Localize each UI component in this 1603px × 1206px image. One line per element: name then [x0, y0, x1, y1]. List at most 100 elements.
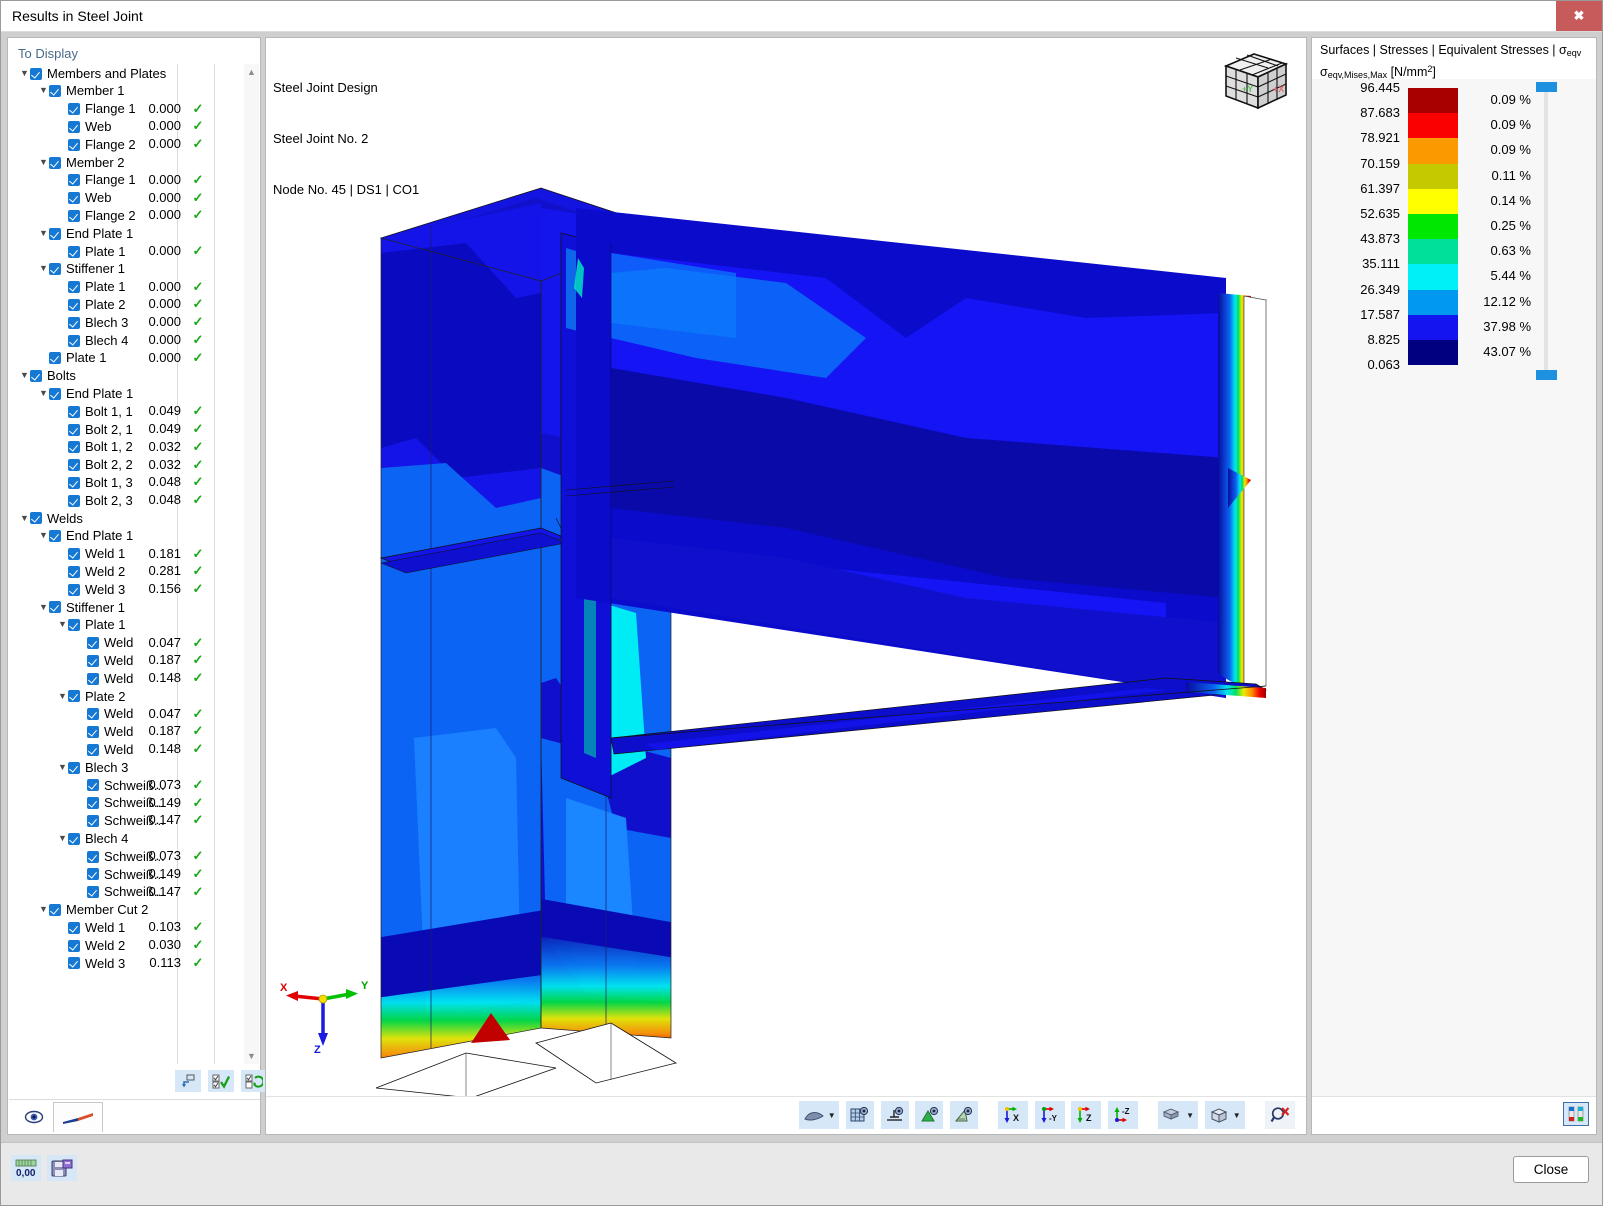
chevron-down-icon[interactable]: ▼: [38, 225, 49, 243]
chevron-down-icon[interactable]: ▼: [38, 260, 49, 278]
tree-item[interactable]: Bolt 1, 1 0.049 ✓: [9, 402, 245, 420]
tree-item[interactable]: ▼ Stiffener 1: [9, 598, 245, 616]
tree-item-checkbox[interactable]: [87, 637, 99, 650]
tree-item[interactable]: ▼ End Plate 1: [9, 527, 245, 545]
legend-color-swatch[interactable]: [1408, 113, 1458, 139]
tree-item[interactable]: ▼ Plate 2: [9, 687, 245, 705]
tree-item-checkbox[interactable]: [68, 192, 80, 205]
tree-item-checkbox[interactable]: [68, 316, 80, 329]
tree-item[interactable]: Flange 1 0.000 ✓: [9, 100, 245, 118]
tree-item-checkbox[interactable]: [49, 530, 61, 543]
grid-button[interactable]: [845, 1101, 874, 1129]
tree-item-checkbox[interactable]: [49, 227, 61, 240]
tree-item[interactable]: ▼ Members and Plates: [9, 64, 245, 82]
tree-item-checkbox[interactable]: [49, 263, 61, 276]
chevron-down-icon[interactable]: ▼: [38, 154, 49, 172]
tree-item[interactable]: ▼ Stiffener 1: [9, 260, 245, 278]
tree-item-checkbox[interactable]: [87, 743, 99, 756]
chevron-down-icon[interactable]: ▼: [19, 367, 30, 385]
chevron-down-icon[interactable]: ▼: [57, 688, 68, 706]
tree-scrollbar[interactable]: ▲ ▼: [244, 64, 259, 1064]
chevron-down-icon[interactable]: ▼: [57, 759, 68, 777]
tree-item[interactable]: ▼ Member 2: [9, 153, 245, 171]
chevron-down-icon[interactable]: ▼: [38, 385, 49, 403]
tree-item-checkbox[interactable]: [49, 904, 61, 917]
3d-model-canvas[interactable]: Steel Joint Design Steel Joint No. 2 Nod…: [266, 38, 1306, 1096]
tree-item[interactable]: Blech 3 0.000 ✓: [9, 313, 245, 331]
tree-item-checkbox[interactable]: [68, 138, 80, 151]
tree-item-checkbox[interactable]: [68, 174, 80, 187]
legend-color-swatch[interactable]: [1408, 214, 1458, 240]
tree-item-checkbox[interactable]: [49, 387, 61, 400]
tree-item[interactable]: Plate 1 0.000 ✓: [9, 349, 245, 367]
tree-item[interactable]: Bolt 2, 1 0.049 ✓: [9, 420, 245, 438]
legend-color-swatch[interactable]: [1408, 264, 1458, 290]
tree-item-checkbox[interactable]: [49, 85, 61, 98]
chevron-down-icon[interactable]: ▼: [57, 830, 68, 848]
visibility-eye-icon[interactable]: [23, 1107, 45, 1127]
tree-item[interactable]: Schweiß... 0.149 ✓: [9, 865, 245, 883]
view-x-button[interactable]: X: [998, 1101, 1028, 1129]
tree-item-checkbox[interactable]: [68, 583, 80, 596]
tree-item-checkbox[interactable]: [68, 476, 80, 489]
tree-item[interactable]: Weld 0.187 ✓: [9, 651, 245, 669]
tree-item-checkbox[interactable]: [30, 512, 42, 525]
zoom-reset-button[interactable]: [1265, 1101, 1295, 1129]
tree-item-checkbox[interactable]: [68, 957, 80, 970]
tree-item[interactable]: ▼ Member 1: [9, 82, 245, 100]
tree-item-checkbox[interactable]: [68, 423, 80, 436]
tree-item[interactable]: Web 0.000 ✓: [9, 189, 245, 207]
decimals-button[interactable]: 0,00: [11, 1155, 41, 1181]
tree-item[interactable]: ▼ Blech 4: [9, 829, 245, 847]
tree-scroll-area[interactable]: ▼ Members and Plates ▼ Member 1 Flange 1 0.00…: [9, 64, 245, 1064]
legend-slider-handle-top[interactable]: [1536, 82, 1557, 92]
tree-item[interactable]: ▼ Blech 3: [9, 758, 245, 776]
render-mode-button[interactable]: ▼: [799, 1101, 840, 1129]
tree-item[interactable]: Weld 0.148 ✓: [9, 740, 245, 758]
tree-item[interactable]: Bolt 1, 3 0.048 ✓: [9, 473, 245, 491]
legend-color-swatch[interactable]: [1408, 239, 1458, 265]
tree-item-checkbox[interactable]: [87, 850, 99, 863]
tree-item[interactable]: Weld 1 0.181 ✓: [9, 545, 245, 563]
tree-item[interactable]: Flange 1 0.000 ✓: [9, 171, 245, 189]
tree-item[interactable]: Schweiß... 0.147 ✓: [9, 883, 245, 901]
tree-item[interactable]: Flange 2 0.000 ✓: [9, 135, 245, 153]
tree-item-checkbox[interactable]: [68, 690, 80, 703]
tree-item[interactable]: ▼ Member Cut 2: [9, 900, 245, 918]
tree-item[interactable]: Weld 0.148 ✓: [9, 669, 245, 687]
tree-item-checkbox[interactable]: [87, 726, 99, 739]
legend-slider-track[interactable]: [1544, 88, 1548, 371]
tree-item-checkbox[interactable]: [68, 334, 80, 347]
legend-settings-button[interactable]: [1563, 1102, 1589, 1126]
select-all-button[interactable]: [208, 1070, 234, 1092]
tree-item[interactable]: Bolt 1, 2 0.032 ✓: [9, 438, 245, 456]
tree-item-checkbox[interactable]: [87, 815, 99, 828]
scroll-up-icon[interactable]: ▲: [244, 64, 259, 80]
tree-item[interactable]: Schweiß... 0.073 ✓: [9, 847, 245, 865]
legend-color-swatch[interactable]: [1408, 289, 1458, 315]
tree-item[interactable]: Weld 0.187 ✓: [9, 722, 245, 740]
layers-button[interactable]: ▼: [1158, 1101, 1199, 1129]
view-z-button[interactable]: Z: [1071, 1101, 1102, 1129]
tree-item[interactable]: Bolt 2, 2 0.032 ✓: [9, 456, 245, 474]
chevron-down-icon[interactable]: ▼: [19, 65, 30, 83]
tree-item-checkbox[interactable]: [87, 654, 99, 667]
tree-item[interactable]: ▼ Plate 1: [9, 616, 245, 634]
tree-item-checkbox[interactable]: [68, 548, 80, 561]
tree-item-checkbox[interactable]: [87, 672, 99, 685]
tree-item-checkbox[interactable]: [49, 156, 61, 169]
legend-color-swatch[interactable]: [1408, 188, 1458, 214]
tree-item-checkbox[interactable]: [68, 103, 80, 116]
tree-item[interactable]: Weld 3 0.156 ✓: [9, 580, 245, 598]
save-results-button[interactable]: [47, 1155, 77, 1181]
tree-item-checkbox[interactable]: [87, 868, 99, 881]
tree-item-checkbox[interactable]: [68, 245, 80, 258]
tree-item[interactable]: ▼ End Plate 1: [9, 384, 245, 402]
chevron-down-icon[interactable]: ▼: [38, 82, 49, 100]
legend-color-swatch[interactable]: [1408, 88, 1458, 114]
tree-item[interactable]: Bolt 2, 3 0.048 ✓: [9, 491, 245, 509]
tree-item-checkbox[interactable]: [68, 281, 80, 294]
tree-item-checkbox[interactable]: [68, 441, 80, 454]
tree-item[interactable]: ▼ Bolts: [9, 367, 245, 385]
tree-item-checkbox[interactable]: [87, 779, 99, 792]
